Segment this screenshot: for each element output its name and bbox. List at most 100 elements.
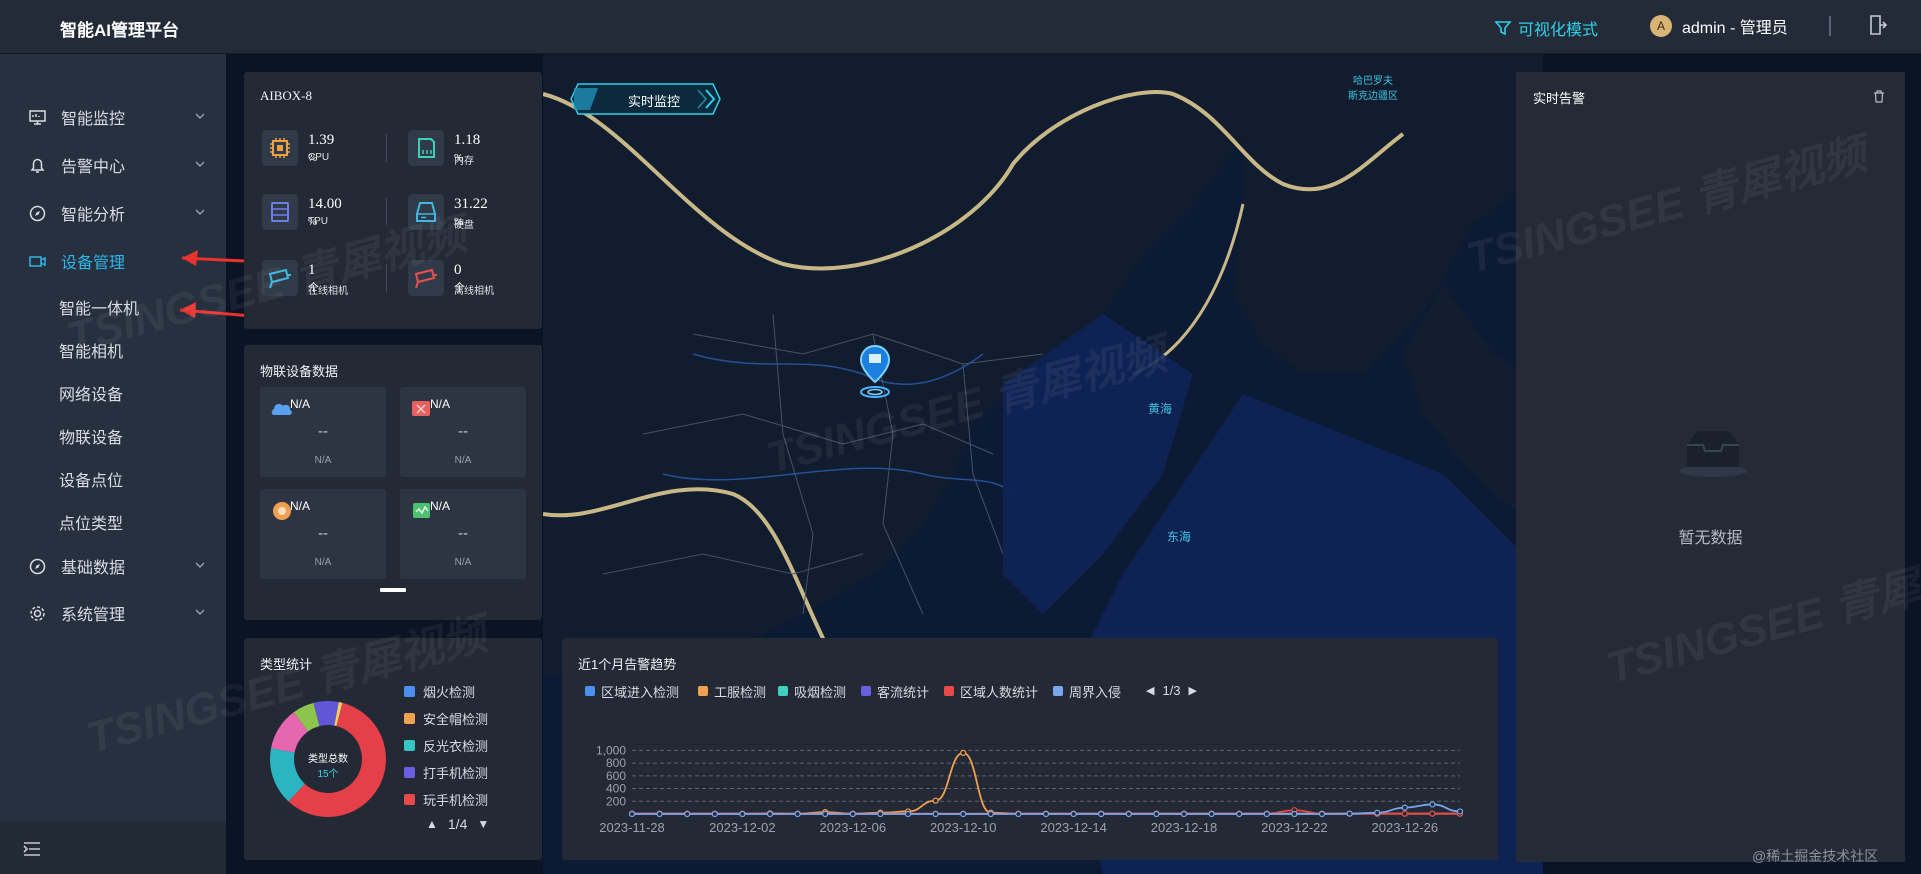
sidebar-item-monitor[interactable]: 智能监控 [0, 99, 226, 135]
cpu-label: CPU [308, 152, 330, 163]
legend-item[interactable]: 反光衣检测 [404, 736, 488, 755]
data-point[interactable] [1318, 810, 1326, 818]
data-point[interactable] [1180, 810, 1188, 818]
trend-legend-item[interactable]: 区域人数统计 [944, 683, 1038, 700]
data-point[interactable] [1153, 810, 1160, 818]
trash-icon[interactable] [1873, 90, 1885, 103]
data-point[interactable] [1429, 801, 1436, 808]
data-point[interactable] [1291, 810, 1298, 818]
data-point[interactable] [932, 797, 939, 804]
data-point[interactable] [684, 810, 691, 818]
data-point[interactable] [1015, 810, 1022, 818]
iot-card[interactable]: N/A -- N/A [400, 387, 526, 477]
data-point[interactable] [960, 810, 967, 818]
data-point[interactable] [1401, 810, 1408, 817]
trend-legend-item[interactable]: 客流统计 [861, 683, 929, 700]
data-point[interactable] [1429, 810, 1436, 817]
iot-card[interactable]: N/A -- N/A [260, 489, 386, 579]
data-point[interactable] [1456, 808, 1464, 815]
funnel-icon [1494, 21, 1512, 36]
arrow-left-icon[interactable]: ◀ [1146, 684, 1154, 697]
sidebar-subitem-network-device[interactable]: 网络设备 [59, 381, 123, 405]
iot-card-title: N/A [430, 397, 451, 411]
stat-disk: 31.22 % 硬盘 [408, 194, 488, 231]
user-menu[interactable]: A admin - 管理员 [1650, 14, 1788, 38]
data-point[interactable] [656, 810, 663, 818]
device-status-panel: AIBOX-8 1.39 % CPU 1.18 % 内存 14.00 % TPU… [244, 72, 542, 329]
memory-label: 内存 [454, 156, 474, 167]
trend-legend-item[interactable]: 区域进入检测 [585, 683, 679, 700]
data-point[interactable] [822, 810, 829, 818]
data-point[interactable] [794, 810, 801, 818]
data-point[interactable] [1125, 810, 1132, 818]
collapse-menu-icon[interactable] [23, 842, 41, 856]
sidebar-subitem-ai-box[interactable]: 智能一体机 [59, 295, 139, 319]
arrow-up-icon[interactable]: ▲ [426, 817, 438, 831]
legend-swatch [861, 686, 871, 696]
data-point[interactable] [1263, 810, 1270, 818]
carousel-indicator[interactable] [380, 588, 406, 592]
legend-label: 反光衣检测 [423, 739, 489, 754]
arrow-right-icon[interactable]: ▶ [1189, 684, 1197, 697]
trend-legend-item[interactable]: 吸烟检测 [778, 683, 847, 700]
data-point[interactable] [1346, 810, 1353, 817]
stat-tpu: 14.00 % TPU [262, 194, 342, 230]
sidebar-item-system[interactable]: 系统管理 [0, 595, 226, 631]
data-point[interactable] [628, 810, 636, 818]
legend-label: 吸烟检测 [794, 684, 847, 700]
avatar: A [1650, 15, 1672, 37]
data-point[interactable] [739, 810, 746, 818]
chevron-down-icon [195, 113, 205, 119]
data-point[interactable] [1236, 810, 1243, 818]
data-point[interactable] [1070, 810, 1077, 818]
data-point[interactable] [1042, 810, 1050, 818]
trend-legend-item[interactable]: 周界入侵 [1053, 683, 1121, 700]
data-point[interactable] [1208, 810, 1215, 818]
data-point[interactable] [1374, 809, 1381, 816]
map-label-khabarovsk: 哈巴罗夫 斯克边疆区 [1348, 76, 1398, 102]
data-point[interactable] [1401, 804, 1408, 811]
data-point[interactable] [711, 810, 718, 818]
data-point[interactable] [987, 810, 994, 818]
legend-item[interactable]: 烟火检测 [404, 682, 475, 701]
legend-item[interactable]: 安全帽检测 [404, 709, 488, 728]
sidebar-subitem-point-types[interactable]: 点位类型 [59, 510, 123, 534]
iot-card-value: -- [458, 525, 468, 542]
realtime-alarm-panel: 实时告警 暂无数据 [1516, 72, 1905, 862]
sidebar-subitem-device-points[interactable]: 设备点位 [59, 467, 123, 491]
chevron-down-icon [195, 609, 205, 615]
legend-item[interactable]: 玩手机检测 [404, 790, 488, 809]
iot-card[interactable]: N/A -- N/A [400, 489, 526, 579]
data-point[interactable] [849, 810, 856, 818]
arrow-down-icon[interactable]: ▼ [477, 817, 489, 831]
disk-label: 硬盘 [454, 220, 474, 231]
iot-card-title: N/A [290, 397, 311, 411]
donut-center-value: 15个 [317, 769, 339, 780]
x-tick-label: 2023-12-10 [930, 820, 997, 835]
tpu-label: TPU [308, 216, 328, 227]
tab-live-monitor[interactable]: 实时监控 [568, 80, 723, 123]
data-point[interactable] [877, 810, 884, 818]
data-point[interactable] [766, 810, 774, 818]
data-point[interactable] [960, 749, 967, 757]
legend-swatch [698, 686, 708, 696]
trend-legend-item[interactable]: 工服检测 [698, 683, 766, 700]
iot-card-sub: N/A [454, 557, 472, 568]
gear-icon [30, 606, 45, 621]
data-point[interactable] [904, 810, 912, 818]
sidebar-item-analysis[interactable]: 智能分析 [0, 195, 226, 231]
logout-icon[interactable] [1868, 14, 1888, 41]
data-point[interactable] [932, 810, 939, 818]
iot-card[interactable]: N/A -- N/A [260, 387, 386, 477]
data-point[interactable] [1098, 810, 1105, 818]
legend-item[interactable]: 打手机检测 [404, 763, 488, 782]
legend-label: 安全帽检测 [423, 712, 489, 727]
sidebar-subitem-smart-camera[interactable]: 智能相机 [59, 338, 123, 362]
sidebar-item-alarm-center[interactable]: 告警中心 [0, 147, 226, 183]
compass-icon [29, 558, 46, 575]
sidebar-item-base-data[interactable]: 基础数据 [0, 548, 226, 584]
location-marker[interactable] [858, 344, 892, 404]
sidebar-subitem-iot-device[interactable]: 物联设备 [59, 424, 123, 448]
disk-value: 31.22 [454, 196, 488, 212]
visual-mode-button[interactable]: 可视化模式 [1494, 16, 1598, 40]
